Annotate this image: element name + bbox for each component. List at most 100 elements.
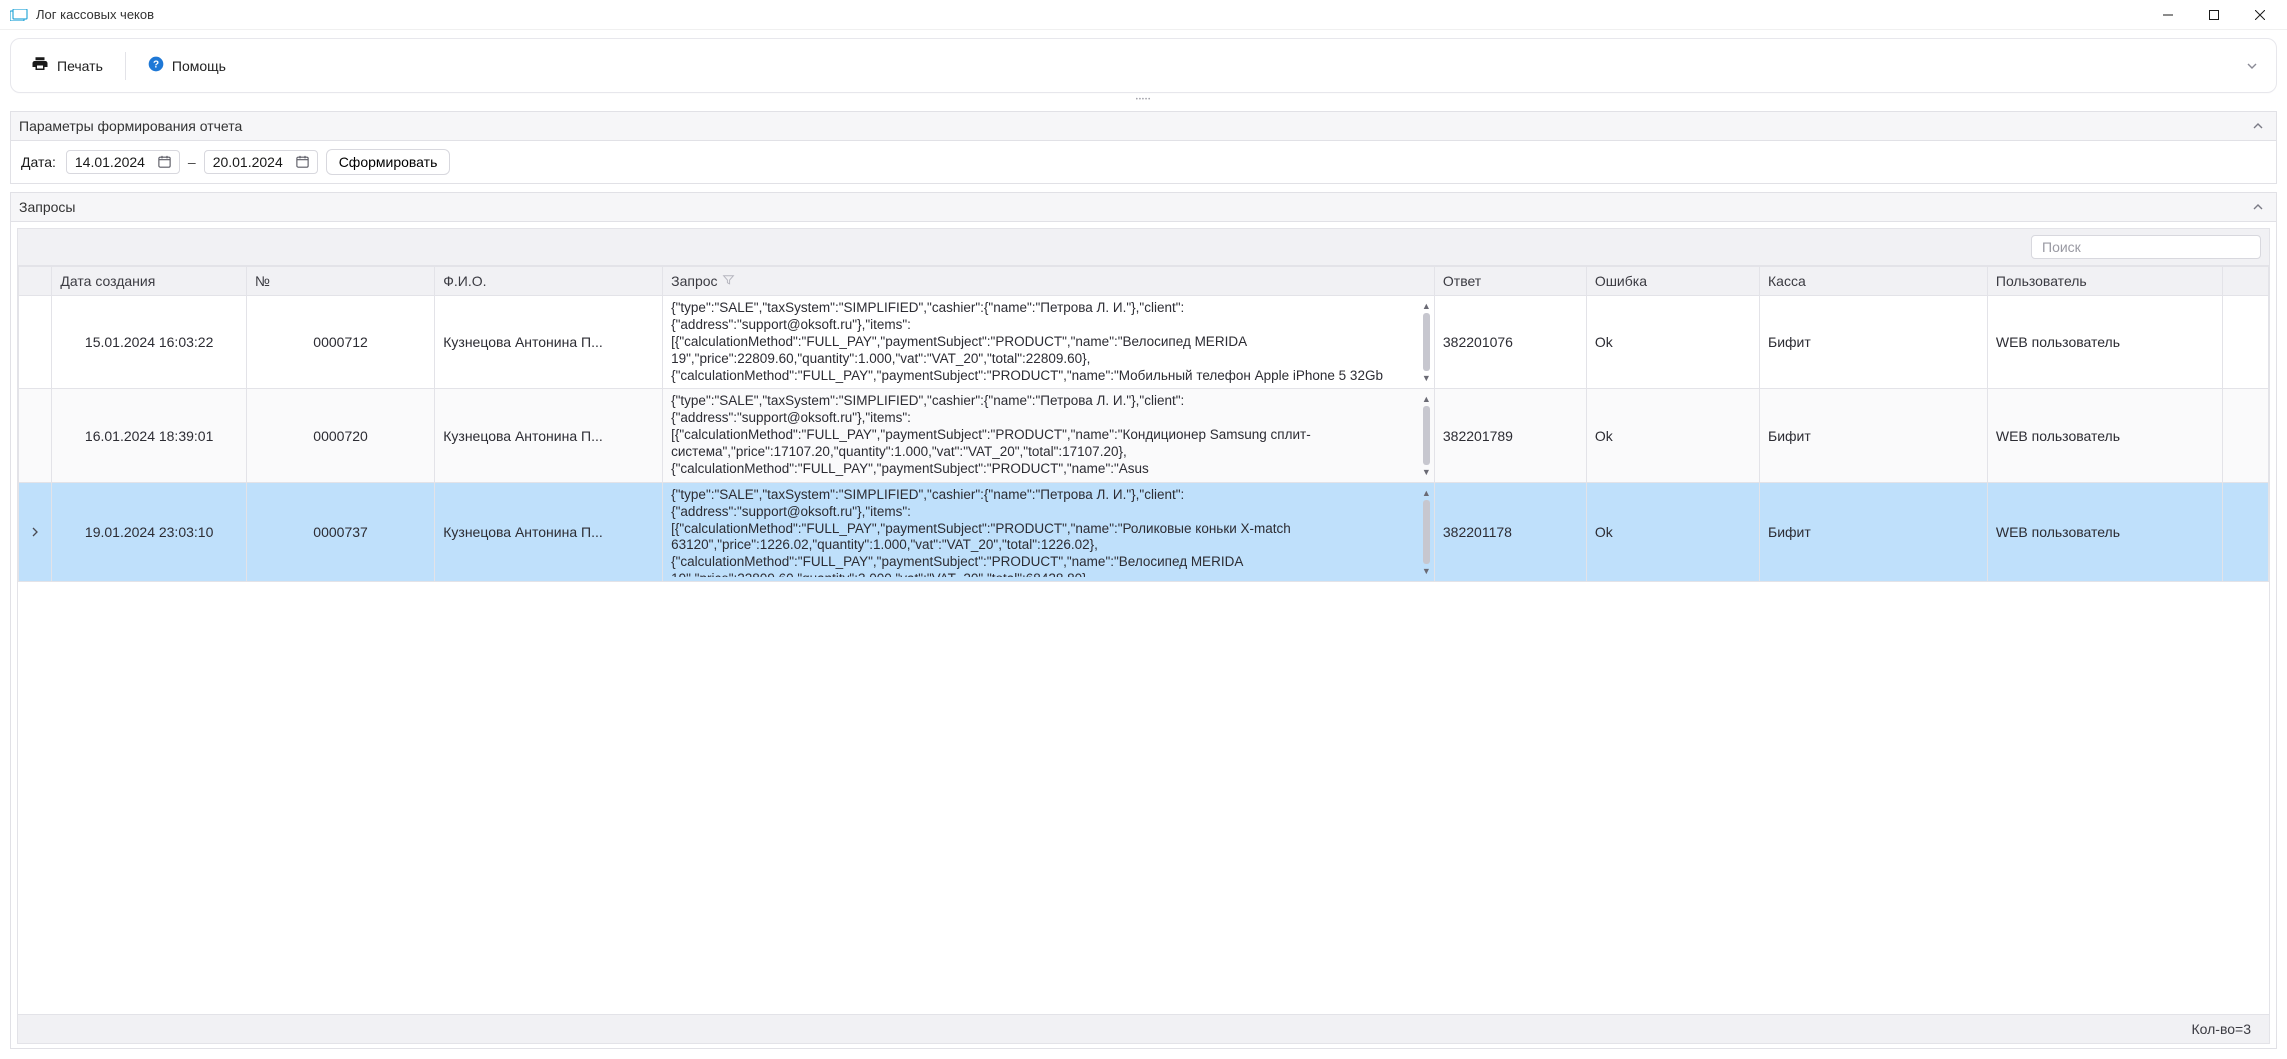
date-range-dash: – [188,154,196,170]
cell-request: {"type":"SALE","taxSystem":"SIMPLIFIED",… [663,482,1435,581]
params-title: Параметры формирования отчета [19,118,242,134]
col-request-label: Запрос [671,273,717,289]
help-button[interactable]: ? Помощь [140,52,234,79]
cell-fio: Кузнецова Антонина П... [435,482,663,581]
splitter-handle[interactable]: ••••• [10,97,2277,103]
request-text: {"type":"SALE","taxSystem":"SIMPLIFIED",… [671,487,1419,577]
toolbar-separator [125,52,126,80]
cell-num: 0000720 [246,389,434,482]
col-num[interactable]: № [246,267,434,296]
cell-num: 0000712 [246,296,434,389]
cell-date: 15.01.2024 16:03:22 [52,296,246,389]
data-table: Дата создания № Ф.И.О. Запрос [18,266,2269,582]
table-header-row: Дата создания № Ф.И.О. Запрос [19,267,2269,296]
date-label: Дата: [21,154,56,170]
cell-request: {"type":"SALE","taxSystem":"SIMPLIFIED",… [663,296,1435,389]
requests-header[interactable]: Запросы [10,192,2277,222]
print-label: Печать [57,58,103,74]
date-from-input[interactable]: 14.01.2024 [66,150,180,174]
cell-kassa: Бифит [1760,389,1988,482]
scroll-thumb[interactable] [1423,406,1430,464]
row-count: Кол-во=3 [2192,1021,2252,1037]
grid-toolbar [17,228,2270,266]
col-kassa[interactable]: Касса [1760,267,1988,296]
scroll-up-icon[interactable]: ▲ [1422,301,1431,311]
chevron-right-icon [29,524,41,536]
svg-text:?: ? [153,59,159,70]
col-error[interactable]: Ошибка [1586,267,1759,296]
scroll-down-icon[interactable]: ▼ [1422,467,1431,477]
window-title: Лог кассовых чеков [36,7,2145,22]
help-icon: ? [148,56,164,75]
titlebar: Лог кассовых чеков [0,0,2287,30]
scroll-down-icon[interactable]: ▼ [1422,373,1431,383]
table-row[interactable]: 19.01.2024 23:03:100000737Кузнецова Анто… [19,482,2269,581]
params-header[interactable]: Параметры формирования отчета [10,111,2277,141]
cell-date: 16.01.2024 18:39:01 [52,389,246,482]
requests-title: Запросы [19,199,75,215]
col-expand[interactable] [19,267,52,296]
scroll-thumb[interactable] [1423,313,1430,371]
minimize-button[interactable] [2145,0,2191,30]
cell-scrollbar[interactable]: ▲▼ [1421,487,1432,577]
chevron-up-icon[interactable] [2248,197,2268,217]
cell-answer: 382201178 [1434,482,1586,581]
generate-button[interactable]: Сформировать [326,149,451,175]
app-icon [10,8,28,22]
row-expand-cell[interactable] [19,296,52,389]
calendar-icon[interactable] [295,154,311,170]
grid-footer: Кол-во=3 [17,1015,2270,1044]
cell-user: WEB пользователь [1987,389,2222,482]
cell-pad [2223,482,2269,581]
scroll-up-icon[interactable]: ▲ [1422,394,1431,404]
scroll-thumb[interactable] [1423,500,1430,564]
cell-pad [2223,389,2269,482]
cell-user: WEB пользователь [1987,482,2222,581]
params-body: Дата: 14.01.2024 – 20.01.2024 [10,141,2277,184]
scroll-down-icon[interactable]: ▼ [1422,566,1431,576]
col-fio[interactable]: Ф.И.О. [435,267,663,296]
request-text: {"type":"SALE","taxSystem":"SIMPLIFIED",… [671,300,1419,384]
cell-kassa: Бифит [1760,482,1988,581]
help-label: Помощь [172,58,226,74]
params-section: Параметры формирования отчета Дата: 14.0… [10,111,2277,184]
close-button[interactable] [2237,0,2283,30]
cell-num: 0000737 [246,482,434,581]
date-to-input[interactable]: 20.01.2024 [204,150,318,174]
cell-user: WEB пользователь [1987,296,2222,389]
col-user[interactable]: Пользователь [1987,267,2222,296]
col-date[interactable]: Дата создания [52,267,246,296]
cell-scrollbar[interactable]: ▲▼ [1421,393,1432,477]
col-request[interactable]: Запрос [663,267,1435,296]
cell-fio: Кузнецова Антонина П... [435,296,663,389]
calendar-icon[interactable] [157,154,173,170]
row-expand-cell[interactable] [19,389,52,482]
cell-answer: 382201076 [1434,296,1586,389]
cell-scrollbar[interactable]: ▲▼ [1421,300,1432,384]
table-row[interactable]: 16.01.2024 18:39:010000720Кузнецова Анто… [19,389,2269,482]
toolbar: Печать ? Помощь [10,38,2277,93]
filter-icon[interactable] [722,273,735,289]
cell-error: Ok [1586,296,1759,389]
date-to-value: 20.01.2024 [213,154,285,170]
scroll-up-icon[interactable]: ▲ [1422,488,1431,498]
cell-pad [2223,296,2269,389]
search-input[interactable] [2031,235,2261,259]
row-expand-cell[interactable] [19,482,52,581]
requests-section: Запросы [10,192,2277,1049]
col-pad [2223,267,2269,296]
cell-error: Ok [1586,482,1759,581]
print-button[interactable]: Печать [23,51,111,80]
cell-request: {"type":"SALE","taxSystem":"SIMPLIFIED",… [663,389,1435,482]
table-row[interactable]: 15.01.2024 16:03:220000712Кузнецова Анто… [19,296,2269,389]
cell-kassa: Бифит [1760,296,1988,389]
date-from-value: 14.01.2024 [75,154,147,170]
printer-icon [31,55,49,76]
chevron-up-icon[interactable] [2248,116,2268,136]
toolbar-expand-button[interactable] [2240,54,2264,78]
cell-date: 19.01.2024 23:03:10 [52,482,246,581]
cell-answer: 382201789 [1434,389,1586,482]
cell-error: Ok [1586,389,1759,482]
maximize-button[interactable] [2191,0,2237,30]
col-answer[interactable]: Ответ [1434,267,1586,296]
